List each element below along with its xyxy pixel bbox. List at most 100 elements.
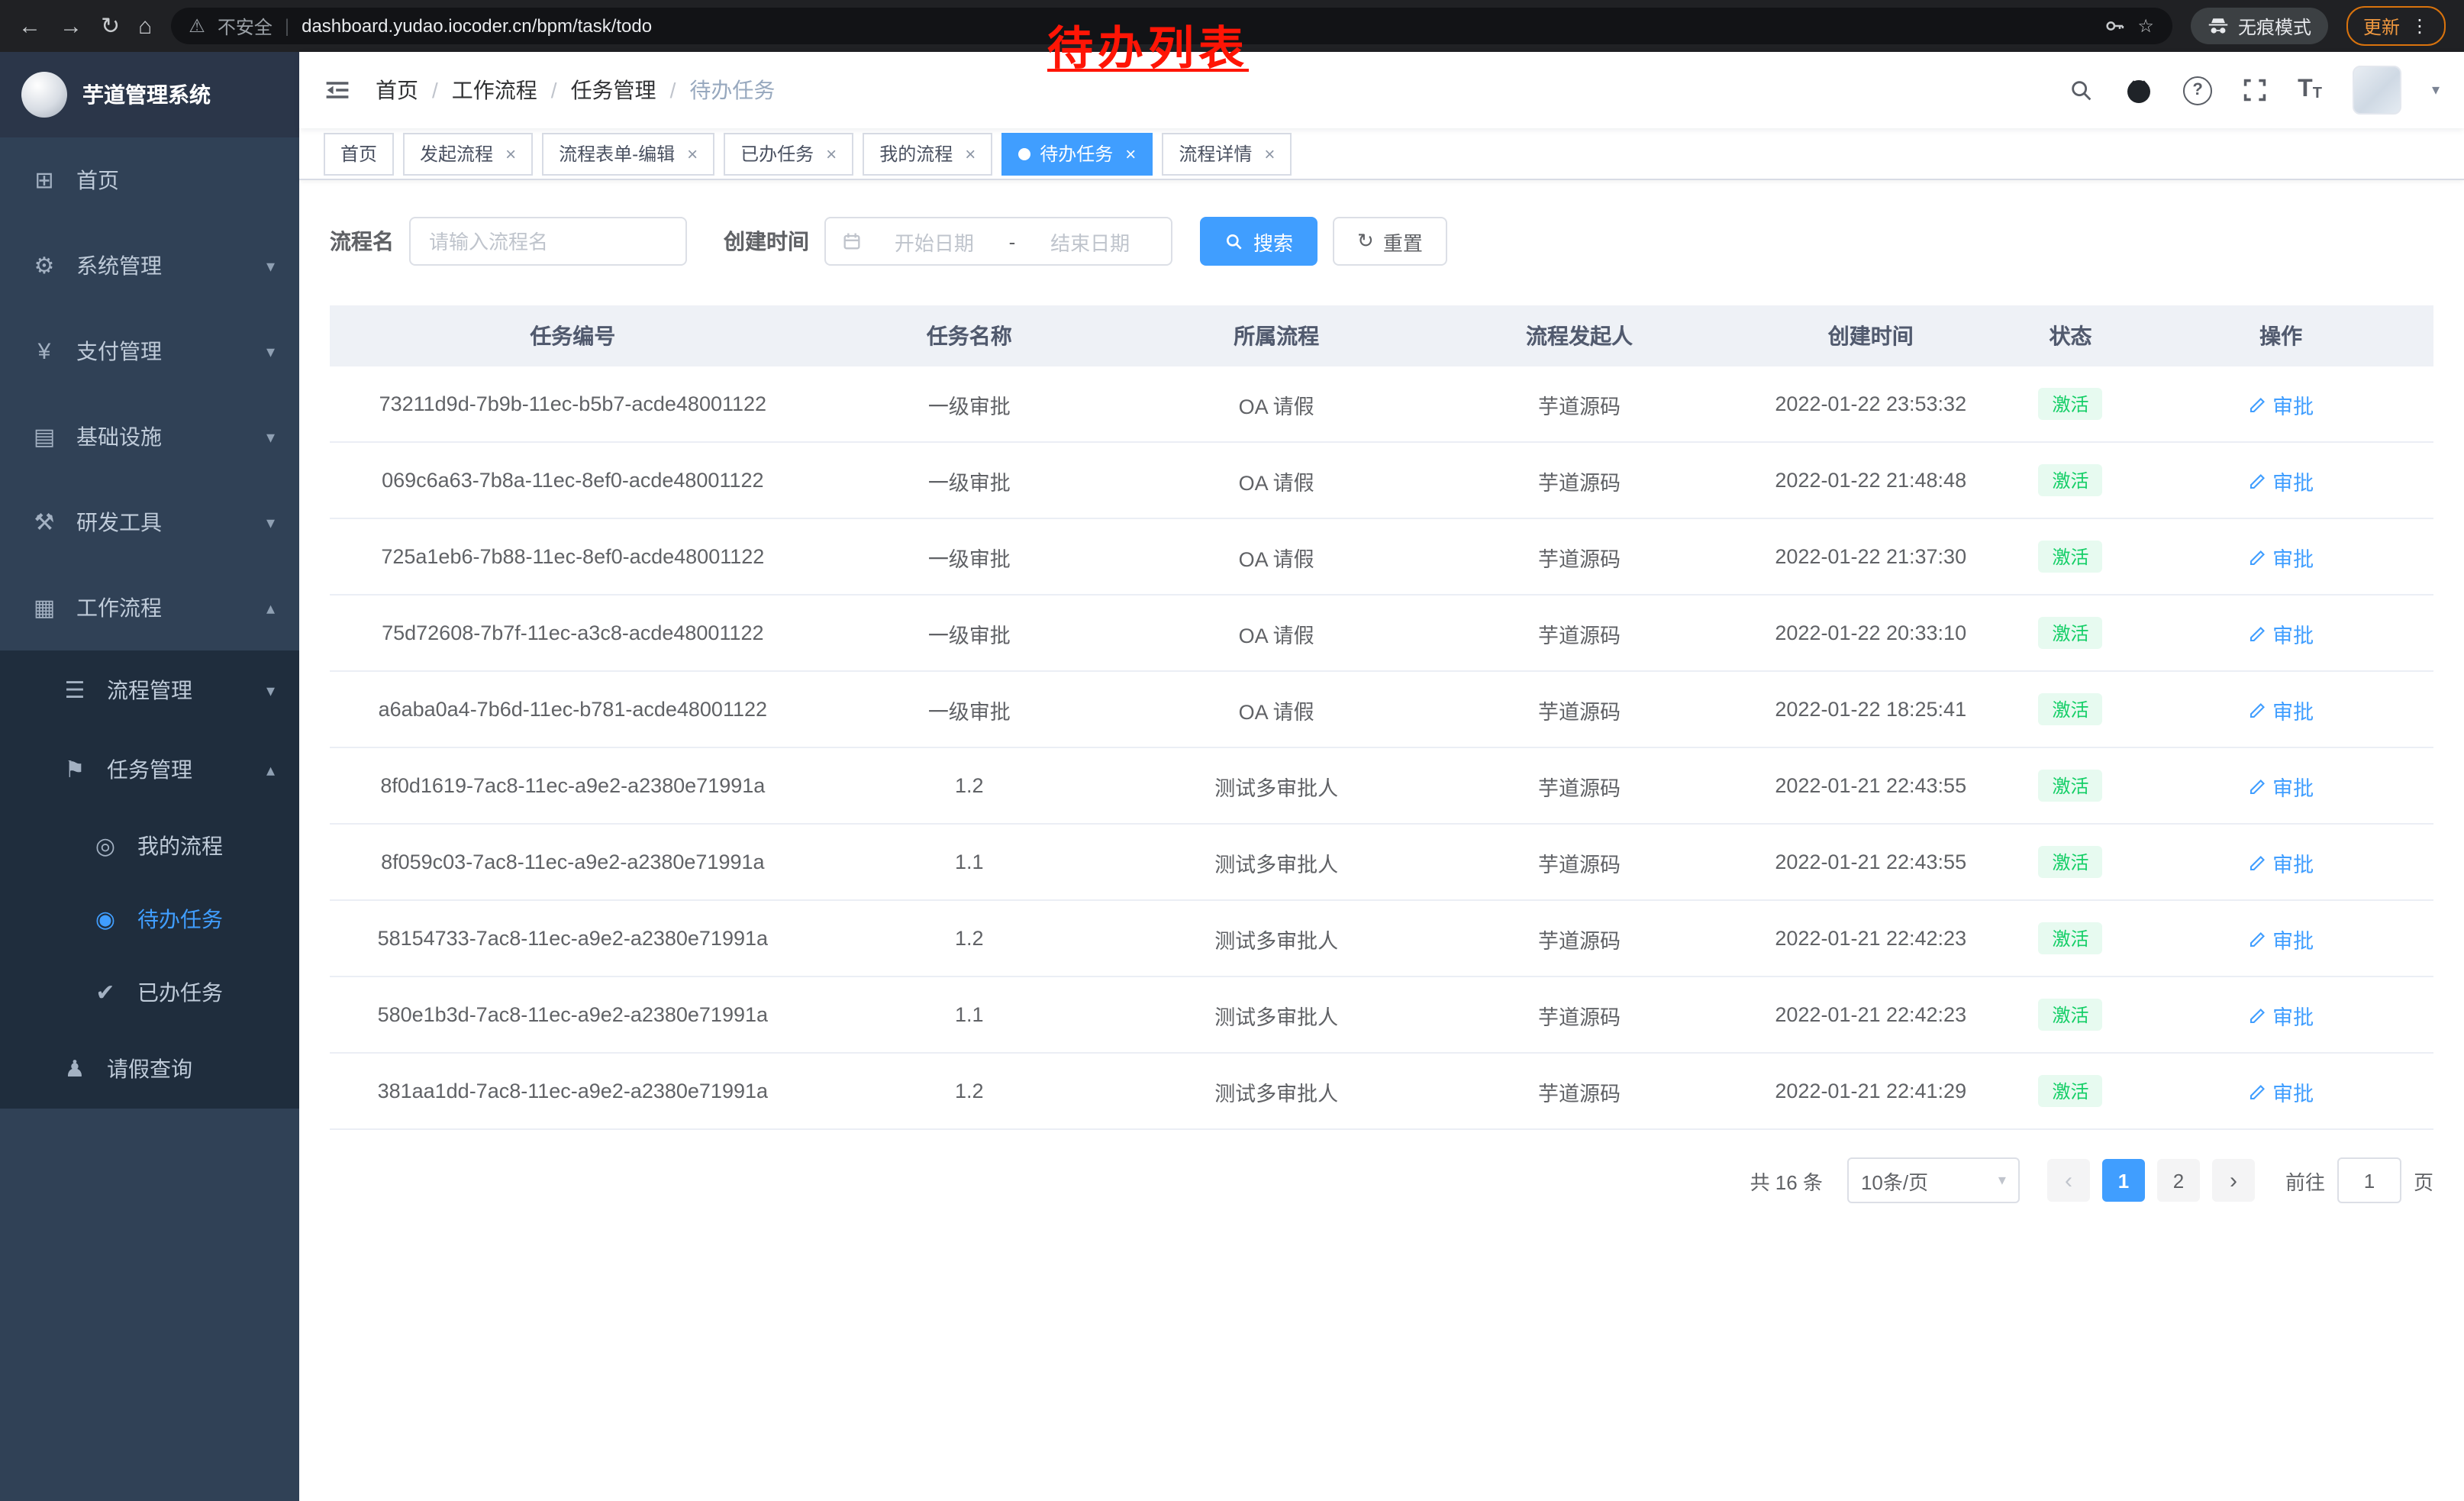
home-icon[interactable]: ⌂ (138, 15, 152, 37)
sidebar-item-infrastructure[interactable]: ▤ 基础设施 ▾ (0, 394, 299, 479)
edit-icon (2248, 929, 2266, 947)
goto-page-input[interactable] (2337, 1157, 2401, 1203)
back-icon[interactable]: ← (18, 15, 41, 37)
status-badge: 激活 (2039, 617, 2103, 649)
logo-area[interactable]: 芋道管理系统 (0, 52, 299, 137)
tab-done-task[interactable]: 已办任务 × (724, 132, 853, 175)
font-size-icon[interactable]: TT (2298, 78, 2322, 102)
cell-create-time: 2022-01-21 22:42:23 (1729, 976, 2013, 1053)
goto-label: 前往 (2285, 1166, 2325, 1195)
process-name-input[interactable] (409, 217, 687, 266)
approve-link[interactable]: 审批 (2248, 541, 2314, 572)
table-row: 8f059c03-7ac8-11ec-a9e2-a2380e71991a 1.1… (330, 824, 2433, 900)
sidebar-item-payment[interactable]: ¥ 支付管理 ▾ (0, 308, 299, 394)
sidebar-item-workflow[interactable]: ▦ 工作流程 ▴ (0, 565, 299, 650)
chevron-down-icon: ▾ (1998, 1172, 2006, 1189)
close-icon[interactable]: × (505, 143, 516, 164)
close-icon[interactable]: × (826, 143, 837, 164)
page-button-1[interactable]: 1 (2102, 1159, 2145, 1202)
key-icon[interactable] (2104, 15, 2125, 37)
approve-link[interactable]: 审批 (2248, 770, 2314, 801)
goto-unit-label: 页 (2414, 1166, 2433, 1195)
chevron-down-icon: ▾ (266, 256, 275, 276)
sidebar-collapse-icon[interactable] (324, 76, 351, 104)
reload-icon[interactable]: ↻ (101, 15, 120, 37)
search-button[interactable]: 搜索 (1200, 217, 1317, 266)
page-size-select[interactable]: 10条/页 ▾ (1847, 1157, 2020, 1203)
security-label: 不安全 (218, 13, 273, 39)
column-task-id: 任务编号 (330, 305, 816, 366)
cell-task-id: a6aba0a4-7b6d-11ec-b781-acde48001122 (330, 671, 816, 747)
approve-link[interactable]: 审批 (2248, 389, 2314, 419)
breadcrumb-workflow[interactable]: 工作流程 (452, 75, 537, 105)
prev-page-button[interactable]: ‹ (2047, 1159, 2090, 1202)
sidebar-item-leave-query[interactable]: ♟ 请假查询 (0, 1029, 299, 1109)
tab-home[interactable]: 首页 (324, 132, 394, 175)
forward-icon[interactable]: → (60, 15, 82, 37)
browser-menu-icon[interactable]: ⋮ (2411, 15, 2429, 37)
sidebar-item-label: 我的流程 (137, 831, 223, 861)
approve-link[interactable]: 审批 (2248, 1076, 2314, 1106)
cell-task-name: 一级审批 (816, 366, 1123, 442)
fullscreen-icon[interactable] (2243, 78, 2267, 102)
table-row: 8f0d1619-7ac8-11ec-a9e2-a2380e71991a 1.2… (330, 747, 2433, 824)
sidebar-item-my-process[interactable]: ◎ 我的流程 (0, 809, 299, 883)
search-icon[interactable] (2069, 77, 2095, 103)
sidebar-item-devtools[interactable]: ⚒ 研发工具 ▾ (0, 479, 299, 565)
cell-task-name: 一级审批 (816, 671, 1123, 747)
breadcrumb-task-management[interactable]: 任务管理 (571, 75, 656, 105)
sidebar-item-task-management[interactable]: ⚑ 任务管理 ▴ (0, 730, 299, 809)
tab-my-process[interactable]: 我的流程 × (863, 132, 992, 175)
approve-link[interactable]: 审批 (2248, 618, 2314, 648)
approve-link[interactable]: 审批 (2248, 923, 2314, 954)
workflow-submenu: ☰ 流程管理 ▾ ⚑ 任务管理 ▴ ◎ 我的流程 ◉ 待办任务 (0, 650, 299, 1109)
avatar-caret-icon[interactable]: ▾ (2432, 82, 2440, 98)
process-name-label: 流程名 (330, 226, 394, 257)
close-icon[interactable]: × (1264, 143, 1275, 164)
github-icon[interactable] (2125, 76, 2153, 104)
sidebar-item-done-task[interactable]: ✔ 已办任务 (0, 956, 299, 1029)
chevron-down-icon: ▾ (266, 427, 275, 447)
column-actions: 操作 (2128, 305, 2433, 366)
cell-process: OA 请假 (1123, 595, 1430, 671)
cell-process: 测试多审批人 (1123, 976, 1430, 1053)
next-page-button[interactable]: › (2212, 1159, 2255, 1202)
approve-link[interactable]: 审批 (2248, 999, 2314, 1030)
close-icon[interactable]: × (965, 143, 976, 164)
tab-process-detail[interactable]: 流程详情 × (1162, 132, 1292, 175)
reset-button[interactable]: ↻ 重置 (1333, 217, 1447, 266)
sidebar-item-process-management[interactable]: ☰ 流程管理 ▾ (0, 650, 299, 730)
approve-link[interactable]: 审批 (2248, 465, 2314, 495)
approve-link[interactable]: 审批 (2248, 847, 2314, 877)
table-row: 725a1eb6-7b88-11ec-8ef0-acde48001122 一级审… (330, 518, 2433, 595)
help-icon[interactable]: ? (2183, 76, 2212, 105)
approve-link[interactable]: 审批 (2248, 694, 2314, 725)
date-range-picker[interactable]: 开始日期 - 结束日期 (824, 217, 1172, 266)
close-icon[interactable]: × (687, 143, 698, 164)
tab-form-edit[interactable]: 流程表单-编辑 × (542, 132, 714, 175)
breadcrumb-home[interactable]: 首页 (376, 75, 418, 105)
sidebar-item-label: 工作流程 (76, 592, 162, 623)
warning-icon: ⚠ (189, 15, 205, 37)
sidebar-item-home[interactable]: ⊞ 首页 (0, 137, 299, 223)
close-icon[interactable]: × (1125, 143, 1136, 164)
sidebar-item-todo-task[interactable]: ◉ 待办任务 (0, 883, 299, 956)
cell-task-id: 725a1eb6-7b88-11ec-8ef0-acde48001122 (330, 518, 816, 595)
logo-avatar (21, 72, 67, 118)
tab-start-process[interactable]: 发起流程 × (403, 132, 533, 175)
tab-todo-task[interactable]: 待办任务 × (1001, 132, 1153, 175)
page-button-2[interactable]: 2 (2157, 1159, 2200, 1202)
cell-task-name: 一级审批 (816, 518, 1123, 595)
user-avatar[interactable] (2353, 66, 2401, 115)
status-badge: 激活 (2039, 693, 2103, 725)
table-row: 58154733-7ac8-11ec-a9e2-a2380e71991a 1.2… (330, 900, 2433, 976)
chevron-down-icon: ▾ (266, 512, 275, 532)
cell-task-id: 8f059c03-7ac8-11ec-a9e2-a2380e71991a (330, 824, 816, 900)
pagination: 共 16 条 10条/页 ▾ ‹ 1 2 › 前往 页 (330, 1157, 2433, 1240)
browser-update-button[interactable]: 更新 ⋮ (2346, 6, 2446, 46)
range-separator: - (1006, 230, 1019, 253)
sidebar-item-system[interactable]: ⚙ 系统管理 ▾ (0, 223, 299, 308)
breadcrumb-separator: / (670, 78, 676, 102)
bookmark-star-icon[interactable]: ☆ (2137, 15, 2154, 37)
app-frame: 芋道管理系统 ⊞ 首页 ⚙ 系统管理 ▾ ¥ 支付管理 ▾ ▤ 基础设施 ▾ (0, 52, 2464, 1501)
